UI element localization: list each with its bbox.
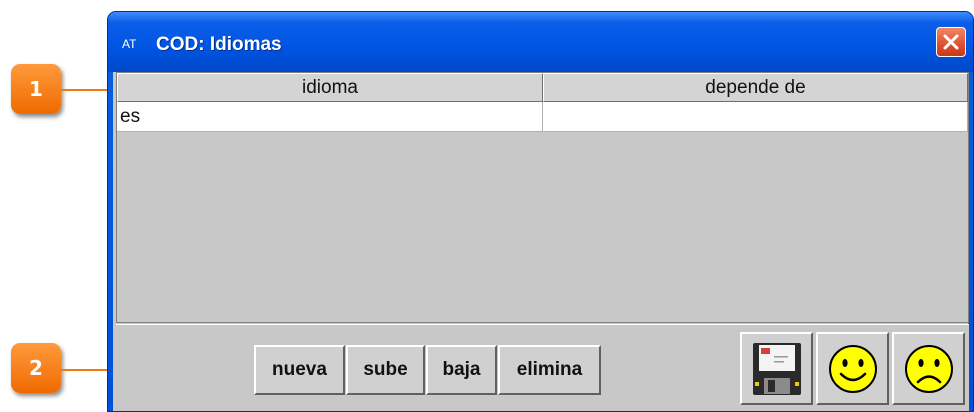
window-title: COD: Idiomas (156, 34, 282, 55)
elimina-button[interactable]: elimina (498, 345, 601, 395)
happy-face-icon (828, 344, 877, 393)
cell-idioma[interactable]: es (117, 102, 543, 132)
column-header-depende-de[interactable]: depende de (543, 73, 968, 102)
sube-button[interactable]: sube (346, 345, 425, 395)
cell-depende-de[interactable] (543, 102, 968, 132)
action-toolbar: nueva sube baja elimina (116, 324, 969, 411)
save-button[interactable] (740, 332, 813, 405)
window-client-area: idioma depende de es nueva sube baja eli… (113, 72, 969, 411)
callout-badge-2: 2 (11, 343, 61, 393)
title-bar[interactable]: AT COD: Idiomas (108, 12, 973, 72)
column-header-idioma[interactable]: idioma (117, 73, 543, 102)
save-disk-icon (752, 342, 801, 395)
sad-face-icon (904, 344, 953, 393)
accept-button[interactable] (816, 332, 889, 405)
languages-table: idioma depende de es (116, 72, 969, 323)
app-icon: AT (122, 37, 137, 51)
close-button[interactable] (936, 27, 966, 57)
baja-button[interactable]: baja (426, 345, 497, 395)
nueva-button[interactable]: nueva (254, 345, 345, 395)
callout-badge-1: 1 (11, 64, 61, 114)
close-icon (943, 34, 959, 50)
table-row[interactable]: es (117, 102, 968, 132)
cancel-button[interactable] (892, 332, 965, 405)
idiomas-window: AT COD: Idiomas idioma depende de es nue… (107, 11, 974, 412)
table-header: idioma depende de (117, 73, 968, 102)
